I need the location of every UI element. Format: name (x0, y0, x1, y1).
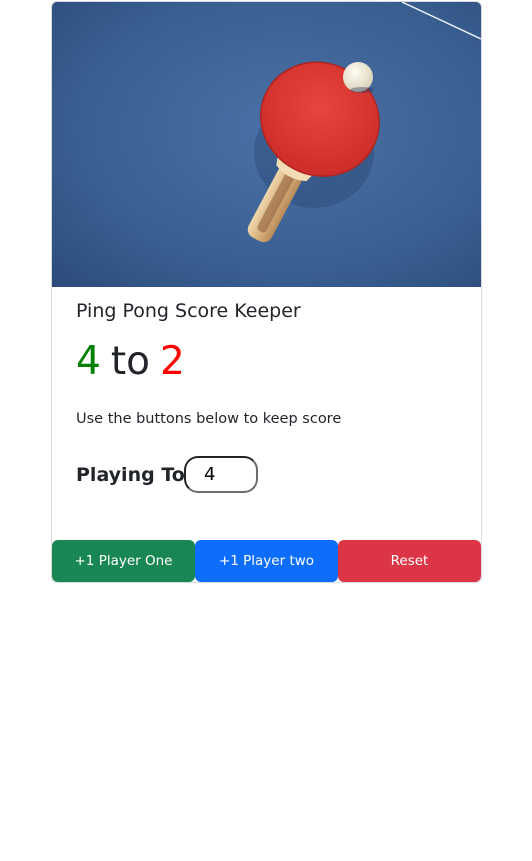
playing-to-select[interactable]: 4 (184, 456, 258, 493)
player-two-score: 2 (159, 339, 185, 384)
reset-button[interactable]: Reset (338, 540, 481, 582)
player-one-score: 4 (76, 339, 101, 384)
ping-pong-paddle-image (52, 2, 481, 287)
player-one-button[interactable]: +1 Player One (52, 540, 195, 582)
score-separator: to (110, 339, 150, 384)
score-display: 4 to 2 (76, 335, 185, 389)
card-title: Ping Pong Score Keeper (76, 300, 301, 322)
score-keeper-card: Ping Pong Score Keeper 4 to 2 Use the butt… (51, 1, 482, 583)
card-description: Use the buttons below to keep score (76, 411, 342, 427)
playing-to-label: Playing To (76, 464, 185, 486)
player-two-button[interactable]: +1 Player two (195, 540, 338, 582)
